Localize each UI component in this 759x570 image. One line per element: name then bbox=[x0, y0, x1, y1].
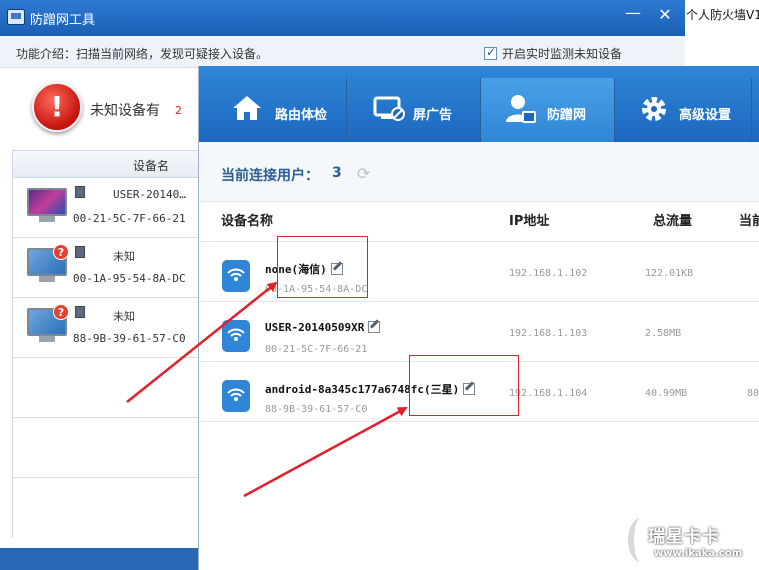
watermark-brand: 瑞星卡卡 bbox=[648, 527, 720, 547]
annotation-arrows bbox=[126, 281, 408, 498]
watermark-url: www.ikaka.com bbox=[654, 548, 743, 559]
watermark: 瑞星卡卡 www.ikaka.com bbox=[628, 516, 752, 566]
